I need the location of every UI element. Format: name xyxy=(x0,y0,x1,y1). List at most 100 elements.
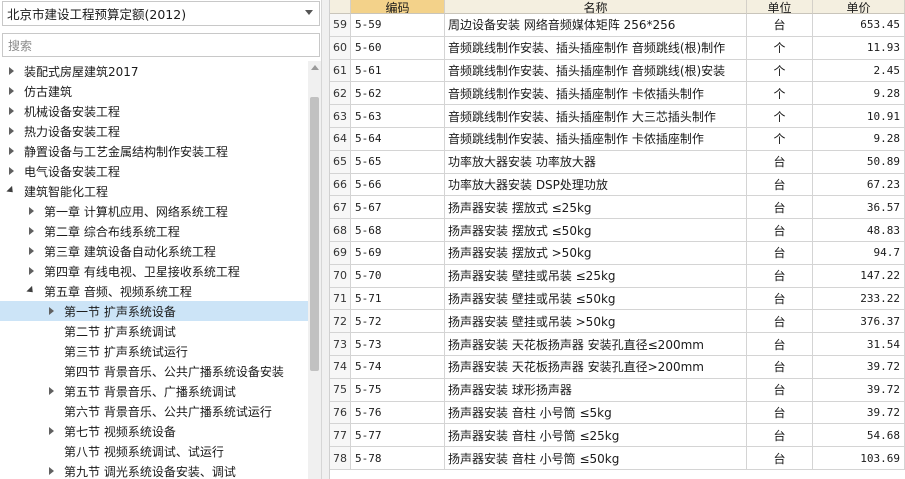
row-index-cell[interactable]: 77 xyxy=(330,424,351,448)
unit-cell[interactable]: 台 xyxy=(747,14,813,37)
name-cell[interactable]: 扬声器安装 音柱 小号筒 ≤50kg xyxy=(445,447,747,470)
row-index-cell[interactable]: 70 xyxy=(330,264,351,288)
row-index-cell[interactable]: 66 xyxy=(330,173,351,197)
collapsed-arrow-icon[interactable] xyxy=(46,385,58,397)
price-column-header[interactable]: 单价 xyxy=(813,0,905,14)
row-index-cell[interactable]: 61 xyxy=(330,59,351,83)
unit-cell[interactable]: 台 xyxy=(747,264,813,288)
price-cell[interactable]: 9.28 xyxy=(813,82,905,106)
tree-node[interactable]: 第四节 背景音乐、公共广播系统设备安装 xyxy=(0,361,308,381)
code-cell[interactable]: 5-77 xyxy=(351,424,445,448)
unit-cell[interactable]: 个 xyxy=(747,105,813,128)
table-row[interactable]: 64 5-64 音频跳线制作安装、插头插座制作 卡侬插座制作个 9.28 xyxy=(330,128,905,151)
unit-cell[interactable]: 台 xyxy=(747,447,813,470)
name-cell[interactable]: 音频跳线制作安装、插头插座制作 音频跳线(根)安装 xyxy=(445,59,747,83)
scroll-up-icon[interactable] xyxy=(311,65,319,70)
expanded-arrow-icon[interactable] xyxy=(26,285,38,297)
collapsed-arrow-icon[interactable] xyxy=(6,105,18,117)
code-cell[interactable]: 5-73 xyxy=(351,333,445,356)
tree-node[interactable]: 第五节 背景音乐、广播系统调试 xyxy=(0,381,308,401)
code-cell[interactable]: 5-70 xyxy=(351,264,445,288)
code-cell[interactable]: 5-75 xyxy=(351,378,445,402)
tree-node[interactable]: 机械设备安装工程 xyxy=(0,101,308,121)
name-cell[interactable]: 扬声器安装 壁挂或吊装 >50kg xyxy=(445,310,747,334)
collapsed-arrow-icon[interactable] xyxy=(26,245,38,257)
row-index-cell[interactable]: 75 xyxy=(330,378,351,402)
code-cell[interactable]: 5-66 xyxy=(351,173,445,197)
tree-node[interactable]: 仿古建筑 xyxy=(0,81,308,101)
tree-scrollbar[interactable] xyxy=(308,61,321,479)
tree-node[interactable]: 第一章 计算机应用、网络系统工程 xyxy=(0,201,308,221)
row-index-cell[interactable]: 74 xyxy=(330,356,351,379)
name-cell[interactable]: 扬声器安装 摆放式 ≤25kg xyxy=(445,196,747,220)
code-cell[interactable]: 5-72 xyxy=(351,310,445,334)
name-cell[interactable]: 扬声器安装 壁挂或吊装 ≤50kg xyxy=(445,287,747,311)
unit-cell[interactable]: 台 xyxy=(747,310,813,334)
table-row[interactable]: 65 5-65 功率放大器安装 功率放大器台 50.89 xyxy=(330,150,905,174)
collapsed-arrow-icon[interactable] xyxy=(46,305,58,317)
collapsed-arrow-icon[interactable] xyxy=(6,125,18,137)
table-row[interactable]: 69 5-69 扬声器安装 摆放式 >50kg 台 94.7 xyxy=(330,242,905,265)
tree-node[interactable]: 第一节 扩声系统设备 xyxy=(0,301,308,321)
table-row[interactable]: 73 5-73 扬声器安装 天花板扬声器 安装孔直径≤200mm 台 31.54 xyxy=(330,333,905,356)
price-cell[interactable]: 11.93 xyxy=(813,36,905,60)
table-row[interactable]: 67 5-67 扬声器安装 摆放式 ≤25kg 台 36.57 xyxy=(330,196,905,220)
row-index-cell[interactable]: 68 xyxy=(330,219,351,242)
unit-cell[interactable]: 个 xyxy=(747,59,813,83)
name-cell[interactable]: 音频跳线制作安装、插头插座制作 音频跳线(根)制作 xyxy=(445,36,747,60)
tree-node[interactable]: 第五章 音频、视频系统工程 xyxy=(0,281,308,301)
price-cell[interactable]: 39.72 xyxy=(813,378,905,402)
code-cell[interactable]: 5-65 xyxy=(351,150,445,174)
unit-cell[interactable]: 台 xyxy=(747,356,813,379)
tree-node[interactable]: 第六节 背景音乐、公共广播系统试运行 xyxy=(0,401,308,421)
table-row[interactable]: 77 5-77 扬声器安装 音柱 小号筒 ≤25kg 台 54.68 xyxy=(330,424,905,448)
tree-node[interactable]: 第四章 有线电视、卫星接收系统工程 xyxy=(0,261,308,281)
row-index-cell[interactable]: 72 xyxy=(330,310,351,334)
scrollbar-thumb[interactable] xyxy=(310,97,319,371)
table-row[interactable]: 63 5-63 音频跳线制作安装、插头插座制作 大三芯插头制作个 10.91 xyxy=(330,105,905,128)
tree-node[interactable]: 热力设备安装工程 xyxy=(0,121,308,141)
tree-node[interactable]: 建筑智能化工程 xyxy=(0,181,308,201)
row-index-cell[interactable]: 59 xyxy=(330,14,351,37)
code-cell[interactable]: 5-67 xyxy=(351,196,445,220)
code-cell[interactable]: 5-63 xyxy=(351,105,445,128)
row-index-cell[interactable]: 71 xyxy=(330,287,351,311)
collapsed-arrow-icon[interactable] xyxy=(6,65,18,77)
name-cell[interactable]: 扬声器安装 音柱 小号筒 ≤25kg xyxy=(445,424,747,448)
collapsed-arrow-icon[interactable] xyxy=(6,145,18,157)
unit-cell[interactable]: 台 xyxy=(747,173,813,197)
table-row[interactable]: 66 5-66 功率放大器安装 DSP处理功放台 67.23 xyxy=(330,173,905,197)
code-cell[interactable]: 5-76 xyxy=(351,401,445,425)
name-column-header[interactable]: 名称 xyxy=(445,0,747,14)
code-cell[interactable]: 5-78 xyxy=(351,447,445,470)
table-row[interactable]: 60 5-60 音频跳线制作安装、插头插座制作 音频跳线(根)制作个 11.93 xyxy=(330,36,905,60)
collapsed-arrow-icon[interactable] xyxy=(26,205,38,217)
row-index-cell[interactable]: 76 xyxy=(330,401,351,425)
name-cell[interactable]: 扬声器安装 球形扬声器 xyxy=(445,378,747,402)
table-row[interactable]: 68 5-68 扬声器安装 摆放式 ≤50kg 台 48.83 xyxy=(330,219,905,242)
code-cell[interactable]: 5-69 xyxy=(351,242,445,265)
unit-cell[interactable]: 个 xyxy=(747,36,813,60)
price-cell[interactable]: 2.45 xyxy=(813,59,905,83)
tree-node[interactable]: 第九节 调光系统设备安装、调试 xyxy=(0,461,308,479)
code-cell[interactable]: 5-61 xyxy=(351,59,445,83)
row-index-cell[interactable]: 67 xyxy=(330,196,351,220)
unit-cell[interactable]: 个 xyxy=(747,82,813,106)
tree-node[interactable]: 静置设备与工艺金属结构制作安装工程 xyxy=(0,141,308,161)
price-cell[interactable]: 39.72 xyxy=(813,356,905,379)
row-index-cell[interactable]: 62 xyxy=(330,82,351,106)
unit-cell[interactable]: 台 xyxy=(747,333,813,356)
tree-node[interactable]: 装配式房屋建筑2017 xyxy=(0,61,308,81)
name-cell[interactable]: 功率放大器安装 功率放大器 xyxy=(445,150,747,174)
chevron-down-icon[interactable] xyxy=(305,10,313,15)
row-index-cell[interactable]: 63 xyxy=(330,105,351,128)
unit-column-header[interactable]: 单位 xyxy=(747,0,813,14)
name-cell[interactable]: 扬声器安装 摆放式 ≤50kg xyxy=(445,219,747,242)
name-cell[interactable]: 音频跳线制作安装、插头插座制作 大三芯插头制作 xyxy=(445,105,747,128)
price-cell[interactable]: 31.54 xyxy=(813,333,905,356)
collapsed-arrow-icon[interactable] xyxy=(46,425,58,437)
table-row[interactable]: 76 5-76 扬声器安装 音柱 小号筒 ≤5kg 台 39.72 xyxy=(330,401,905,425)
price-cell[interactable]: 50.89 xyxy=(813,150,905,174)
price-cell[interactable]: 10.91 xyxy=(813,105,905,128)
table-row[interactable]: 71 5-71 扬声器安装 壁挂或吊装 ≤50kg 台 233.22 xyxy=(330,287,905,311)
